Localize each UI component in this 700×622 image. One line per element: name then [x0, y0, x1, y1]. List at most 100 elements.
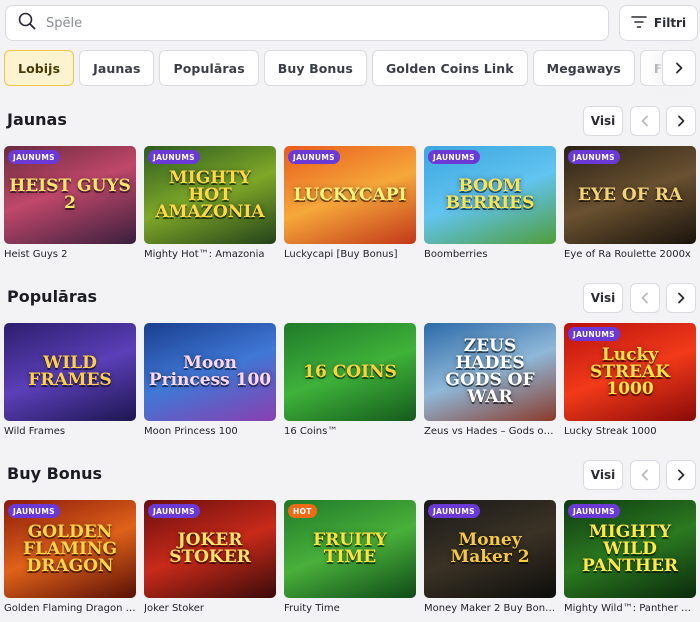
see-all-button[interactable]: Visi	[583, 460, 623, 490]
game-name[interactable]: Lucky Streak 1000	[564, 426, 696, 437]
game-card[interactable]: GOLDEN FLAMING DRAGON JAUNUMS Golden Flami…	[4, 500, 136, 614]
search-icon	[18, 12, 36, 34]
tab-megaways[interactable]: Megaways	[532, 50, 635, 86]
section-title: Jaunas	[7, 110, 67, 129]
game-badge: JAUNUMS	[8, 504, 60, 518]
carousel-next-button[interactable]	[666, 460, 696, 490]
chevron-right-icon	[676, 289, 686, 308]
see-all-button[interactable]: Visi	[583, 106, 623, 136]
game-card[interactable]: 16 COINS 16 Coins™	[284, 323, 416, 437]
game-badge: JAUNUMS	[568, 327, 620, 341]
game-name[interactable]: Mighty Wild™: Panther Grand Diamond Edit…	[564, 603, 696, 614]
game-logo-text: MIGHTY HOT AMAZONIA	[155, 167, 265, 222]
game-art: ZEUS HADES GODS OF WAR	[424, 323, 556, 421]
game-name[interactable]: Eye of Ra Roulette 2000x	[564, 249, 696, 260]
game-thumbnail[interactable]: BOOM BERRIES JAUNUMS	[424, 146, 556, 244]
game-logo-text: GOLDEN FLAMING DRAGON	[22, 521, 118, 576]
tab-buy-bonus[interactable]: Buy Bonus	[263, 50, 367, 86]
game-logo-text: JOKER STOKER	[169, 530, 251, 567]
game-logo-text: MIGHTY WILD PANTHER	[581, 521, 679, 576]
game-thumbnail[interactable]: HEIST GUYS 2 JAUNUMS	[4, 146, 136, 244]
game-card[interactable]: MIGHTY WILD PANTHER JAUNUMS Mighty Wild™: …	[564, 500, 696, 614]
game-logo-text: FRUITY TIME	[313, 530, 387, 567]
game-card[interactable]: EYE OF RA JAUNUMS Eye of Ra Roulette 2000x	[564, 146, 696, 260]
game-thumbnail[interactable]: MIGHTY HOT AMAZONIA JAUNUMS	[144, 146, 276, 244]
game-badge: JAUNUMS	[288, 150, 340, 164]
filter-button[interactable]: Filtri	[619, 5, 698, 41]
game-badge: JAUNUMS	[148, 150, 200, 164]
tab-golden-coins-link[interactable]: Golden Coins Link	[371, 50, 528, 86]
game-logo-text: EYE OF RA	[577, 184, 683, 205]
game-badge: JAUNUMS	[568, 504, 620, 518]
carousel-prev-button[interactable]	[630, 106, 660, 136]
tab-popul-ras[interactable]: Populāras	[159, 50, 259, 86]
category-tabs: Lobijs Jaunas Populāras Buy Bonus Golden Coi…	[4, 50, 666, 86]
game-thumbnail[interactable]: GOLDEN FLAMING DRAGON JAUNUMS	[4, 500, 136, 598]
game-badge: JAUNUMS	[428, 504, 480, 518]
carousel-prev-button[interactable]	[630, 283, 660, 313]
game-card[interactable]: BOOM BERRIES JAUNUMS Boomberries	[424, 146, 556, 260]
game-art: WILD FRAMES	[4, 323, 136, 421]
game-card[interactable]: JOKER STOKER JAUNUMS Joker Stoker	[144, 500, 276, 614]
tabs-scroll-next-button[interactable]	[662, 50, 696, 86]
see-all-button[interactable]: Visi	[583, 283, 623, 313]
game-name[interactable]: Mighty Hot™: Amazonia	[144, 249, 276, 260]
game-name[interactable]: Joker Stoker	[144, 603, 276, 614]
game-name[interactable]: Moon Princess 100	[144, 426, 276, 437]
game-card[interactable]: HEIST GUYS 2 JAUNUMS Heist Guys 2	[4, 146, 136, 260]
game-card[interactable]: Lucky STREAK 1000 JAUNUMS Lucky Streak 100…	[564, 323, 696, 437]
carousel-next-button[interactable]	[666, 283, 696, 313]
game-thumbnail[interactable]: JOKER STOKER JAUNUMS	[144, 500, 276, 598]
game-logo-text: LUCKYCAPI	[293, 184, 407, 205]
game-name[interactable]: Heist Guys 2	[4, 249, 136, 260]
game-logo-text: WILD FRAMES	[28, 353, 112, 390]
section-title: Buy Bonus	[7, 464, 103, 483]
game-art: Moon Princess 100	[144, 323, 276, 421]
carousel-prev-button[interactable]	[630, 460, 660, 490]
game-logo-text: 16 COINS	[303, 361, 397, 382]
game-badge: JAUNUMS	[8, 150, 60, 164]
game-thumbnail[interactable]: 16 COINS	[284, 323, 416, 421]
game-thumbnail[interactable]: WILD FRAMES	[4, 323, 136, 421]
game-name[interactable]: Wild Frames	[4, 426, 136, 437]
carousel-next-button[interactable]	[666, 106, 696, 136]
game-card[interactable]: ZEUS HADES GODS OF WAR Zeus vs Hades – Go…	[424, 323, 556, 437]
game-badge: JAUNUMS	[568, 150, 620, 164]
game-name[interactable]: Luckycapi [Buy Bonus]	[284, 249, 416, 260]
tab-jaunas[interactable]: Jaunas	[79, 50, 155, 86]
game-name[interactable]: Fruity Time	[284, 603, 416, 614]
game-name[interactable]: Zeus vs Hades – Gods of War	[424, 426, 556, 437]
game-card[interactable]: MIGHTY HOT AMAZONIA JAUNUMS Mighty Hot™: A…	[144, 146, 276, 260]
game-name[interactable]: Golden Flaming Dragon [Buy Bonus]	[4, 603, 136, 614]
game-thumbnail[interactable]: ZEUS HADES GODS OF WAR	[424, 323, 556, 421]
game-card[interactable]: Money Maker 2 JAUNUMS Money Maker 2 Buy Bo…	[424, 500, 556, 614]
game-logo-text: Lucky STREAK 1000	[590, 344, 670, 399]
game-thumbnail[interactable]: Moon Princess 100	[144, 323, 276, 421]
game-card[interactable]: FRUITY TIME HOT Fruity Time	[284, 500, 416, 614]
tab-lobijs[interactable]: Lobijs	[4, 50, 75, 86]
game-thumbnail[interactable]: MIGHTY WILD PANTHER JAUNUMS	[564, 500, 696, 598]
game-name[interactable]: 16 Coins™	[284, 426, 416, 437]
search-bar[interactable]	[5, 5, 609, 41]
chevron-left-icon	[640, 466, 650, 485]
game-badge: HOT	[288, 504, 317, 518]
game-thumbnail[interactable]: EYE OF RA JAUNUMS	[564, 146, 696, 244]
game-logo-text: Moon Princess 100	[148, 353, 272, 390]
game-name[interactable]: Money Maker 2 Buy Bonus	[424, 603, 556, 614]
game-name[interactable]: Boomberries	[424, 249, 556, 260]
game-card[interactable]: WILD FRAMES Wild Frames	[4, 323, 136, 437]
game-logo-text: BOOM BERRIES	[445, 176, 535, 213]
game-thumbnail[interactable]: FRUITY TIME HOT	[284, 500, 416, 598]
game-badge: JAUNUMS	[148, 504, 200, 518]
game-logo-text: HEIST GUYS 2	[9, 176, 131, 213]
game-logo-text: Money Maker 2	[450, 530, 530, 567]
game-thumbnail[interactable]: LUCKYCAPI JAUNUMS	[284, 146, 416, 244]
game-thumbnail[interactable]: Lucky STREAK 1000 JAUNUMS	[564, 323, 696, 421]
game-card[interactable]: Moon Princess 100 Moon Princess 100	[144, 323, 276, 437]
game-thumbnail[interactable]: Money Maker 2 JAUNUMS	[424, 500, 556, 598]
game-card[interactable]: LUCKYCAPI JAUNUMS Luckycapi [Buy Bonus]	[284, 146, 416, 260]
search-input[interactable]	[46, 15, 586, 31]
game-badge: JAUNUMS	[428, 150, 480, 164]
chevron-right-icon	[676, 62, 683, 74]
chevron-left-icon	[640, 112, 650, 131]
